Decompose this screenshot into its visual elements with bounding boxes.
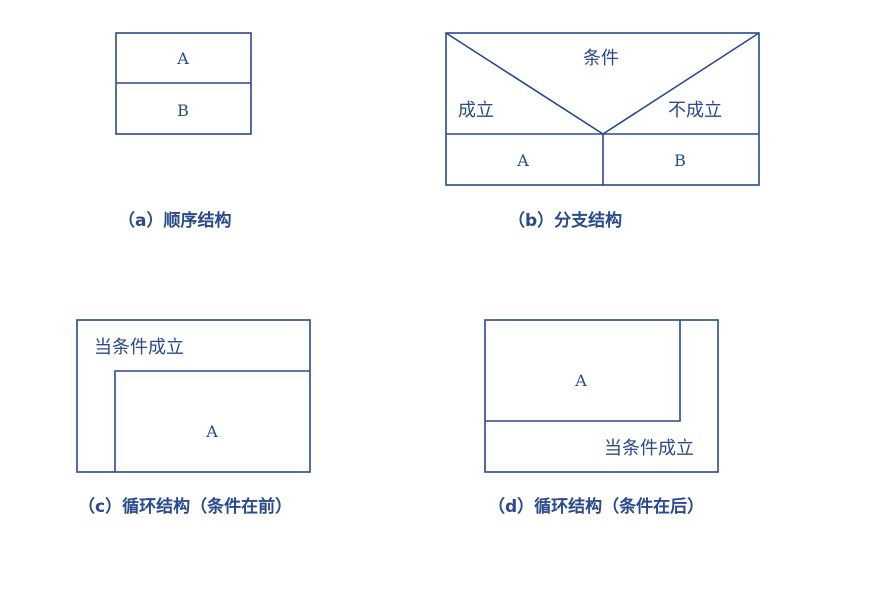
loop-pretest-caption: （c）循环结构（条件在前） xyxy=(78,496,292,517)
diagram-loop-pretest: 当条件成立 A （c）循环结构（条件在前） xyxy=(76,319,311,517)
loop-pretest-body-label: A xyxy=(205,422,218,441)
sequence-caption: （a）顺序结构 xyxy=(118,210,231,231)
branch-true-label: 成立 xyxy=(458,100,494,121)
branch-box-a-label: A xyxy=(516,151,529,170)
structures-svg: A B （a）顺序结构 条件 成立 不成立 A B （b）分支结构 当条件成立 … xyxy=(76,32,760,517)
flowchart-structures-figure: A B （a）顺序结构 条件 成立 不成立 A B （b）分支结构 当条件成立 … xyxy=(0,0,894,590)
branch-false-label: 不成立 xyxy=(668,100,722,121)
loop-posttest-body-label: A xyxy=(574,371,587,390)
diagram-sequence: A B （a）顺序结构 xyxy=(115,32,252,231)
loop-posttest-caption: （d）循环结构（条件在后） xyxy=(488,496,704,517)
sequence-box-a-label: A xyxy=(176,49,189,68)
sequence-box-b-label: B xyxy=(177,101,189,120)
loop-pretest-condition-label: 当条件成立 xyxy=(94,337,184,358)
diagram-loop-posttest: A 当条件成立 （d）循环结构（条件在后） xyxy=(484,319,719,517)
branch-caption: （b）分支结构 xyxy=(508,210,622,231)
loop-posttest-condition-label: 当条件成立 xyxy=(604,438,694,459)
branch-condition-label: 条件 xyxy=(583,48,619,69)
diagram-branch: 条件 成立 不成立 A B （b）分支结构 xyxy=(445,32,760,231)
branch-box-b-label: B xyxy=(674,151,686,170)
